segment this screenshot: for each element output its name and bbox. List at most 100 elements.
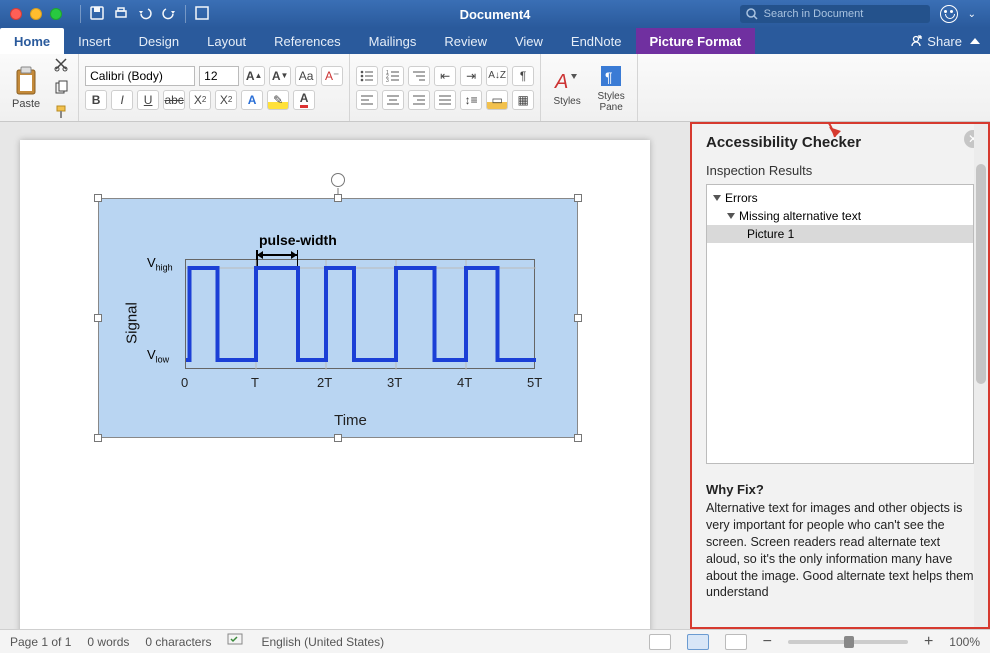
numbering-button[interactable]: 123 bbox=[382, 66, 404, 86]
line-spacing-button[interactable]: ↕≡ bbox=[460, 90, 482, 110]
x-axis-label: Time bbox=[334, 412, 367, 429]
change-case-button[interactable]: Aa bbox=[295, 66, 317, 86]
ribbon: Paste A▲ A▼ Aa A⁻ B I U abc X2 X2 A ✎ A bbox=[0, 54, 990, 122]
align-center-button[interactable] bbox=[382, 90, 404, 110]
clear-formatting-button[interactable]: A⁻ bbox=[321, 66, 343, 86]
page: Signal Vhigh Vlow pulse-width bbox=[20, 140, 650, 629]
font-size-input[interactable] bbox=[199, 66, 239, 86]
shrink-font-button[interactable]: A▼ bbox=[269, 66, 291, 86]
zoom-window-button[interactable] bbox=[50, 8, 62, 20]
subscript-button[interactable]: X2 bbox=[189, 90, 211, 110]
tab-insert[interactable]: Insert bbox=[64, 28, 125, 54]
resize-handle-n[interactable] bbox=[334, 194, 342, 202]
resize-handle-nw[interactable] bbox=[94, 194, 102, 202]
chevron-down-icon bbox=[713, 195, 721, 201]
undo-icon[interactable] bbox=[137, 6, 153, 23]
show-marks-button[interactable]: ¶ bbox=[512, 66, 534, 86]
redo-icon[interactable] bbox=[161, 6, 177, 23]
status-page[interactable]: Page 1 of 1 bbox=[10, 635, 71, 649]
results-list[interactable]: Errors Missing alternative text Picture … bbox=[706, 184, 974, 464]
share-button[interactable]: Share bbox=[909, 34, 962, 49]
zoom-in-button[interactable]: + bbox=[924, 633, 933, 651]
tree-errors[interactable]: Errors bbox=[707, 189, 973, 207]
status-chars[interactable]: 0 characters bbox=[145, 635, 211, 649]
highlight-button[interactable]: ✎ bbox=[267, 90, 289, 110]
feedback-icon[interactable] bbox=[940, 5, 958, 23]
resize-handle-ne[interactable] bbox=[574, 194, 582, 202]
italic-button[interactable]: I bbox=[111, 90, 133, 110]
view-web-button[interactable] bbox=[725, 634, 747, 650]
resize-handle-s[interactable] bbox=[334, 434, 342, 442]
resize-handle-se[interactable] bbox=[574, 434, 582, 442]
borders-button[interactable]: ▦ bbox=[512, 90, 534, 110]
styles-pane-icon: ¶ bbox=[597, 63, 625, 89]
feedback-chevron-icon[interactable]: ⌄ bbox=[968, 9, 976, 20]
y-tick-low: Vlow bbox=[147, 347, 169, 365]
zoom-out-button[interactable]: − bbox=[763, 633, 772, 651]
spellcheck-icon[interactable] bbox=[227, 633, 245, 650]
tab-review[interactable]: Review bbox=[430, 28, 501, 54]
zoom-slider[interactable] bbox=[788, 640, 908, 644]
text-effects-button[interactable]: A bbox=[241, 90, 263, 110]
close-window-button[interactable] bbox=[10, 8, 22, 20]
decrease-indent-button[interactable]: ⇤ bbox=[434, 66, 456, 86]
increase-indent-button[interactable]: ⇥ bbox=[460, 66, 482, 86]
view-print-button[interactable] bbox=[687, 634, 709, 650]
document-area[interactable]: Signal Vhigh Vlow pulse-width bbox=[0, 122, 690, 629]
pulse-width-arrow bbox=[256, 250, 298, 260]
zoom-percent[interactable]: 100% bbox=[949, 635, 980, 649]
pulse-width-label: pulse-width bbox=[259, 232, 337, 248]
resize-handle-sw[interactable] bbox=[94, 434, 102, 442]
bullets-button[interactable] bbox=[356, 66, 378, 86]
copy-icon[interactable] bbox=[50, 78, 72, 98]
resize-handle-w[interactable] bbox=[94, 314, 102, 322]
cut-icon[interactable] bbox=[50, 54, 72, 74]
search-box[interactable]: Search in Document bbox=[740, 5, 930, 23]
multilevel-list-button[interactable] bbox=[408, 66, 430, 86]
tab-design[interactable]: Design bbox=[125, 28, 193, 54]
tab-endnote[interactable]: EndNote bbox=[557, 28, 636, 54]
styles-button[interactable]: A Styles bbox=[547, 68, 587, 107]
ribbon-tabs: Home Insert Design Layout References Mai… bbox=[0, 28, 990, 54]
rotate-handle[interactable] bbox=[331, 173, 345, 187]
tab-layout[interactable]: Layout bbox=[193, 28, 260, 54]
tab-mailings[interactable]: Mailings bbox=[355, 28, 431, 54]
qat-placeholder-icon[interactable] bbox=[194, 5, 210, 24]
align-left-button[interactable] bbox=[356, 90, 378, 110]
print-icon[interactable] bbox=[113, 5, 129, 24]
y-axis-label: Signal bbox=[123, 302, 140, 344]
zoom-slider-knob[interactable] bbox=[844, 636, 854, 648]
font-name-input[interactable] bbox=[85, 66, 195, 86]
bold-button[interactable]: B bbox=[85, 90, 107, 110]
align-right-button[interactable] bbox=[408, 90, 430, 110]
selected-picture[interactable]: Signal Vhigh Vlow pulse-width bbox=[98, 198, 578, 438]
resize-handle-e[interactable] bbox=[574, 314, 582, 322]
underline-button[interactable]: U bbox=[137, 90, 159, 110]
tab-view[interactable]: View bbox=[501, 28, 557, 54]
tab-home[interactable]: Home bbox=[0, 28, 64, 54]
minimize-window-button[interactable] bbox=[30, 8, 42, 20]
styles-pane-button[interactable]: ¶ Styles Pane bbox=[591, 63, 631, 113]
justify-button[interactable] bbox=[434, 90, 456, 110]
tree-missing-alt[interactable]: Missing alternative text bbox=[707, 207, 973, 225]
group-styles: A Styles ¶ Styles Pane bbox=[541, 54, 638, 121]
status-language[interactable]: English (United States) bbox=[261, 635, 384, 649]
paste-button[interactable]: Paste bbox=[6, 64, 46, 112]
tab-references[interactable]: References bbox=[260, 28, 354, 54]
tree-item-picture1[interactable]: Picture 1 bbox=[707, 225, 973, 243]
save-icon[interactable] bbox=[89, 5, 105, 24]
view-focus-button[interactable] bbox=[649, 634, 671, 650]
format-painter-icon[interactable] bbox=[50, 102, 72, 122]
font-color-button[interactable]: A bbox=[293, 90, 315, 110]
sort-button[interactable]: A↓Z bbox=[486, 66, 508, 86]
scrollbar-thumb[interactable] bbox=[976, 164, 986, 384]
collapse-ribbon-icon[interactable] bbox=[970, 38, 980, 44]
x-tick-1: T bbox=[251, 375, 259, 390]
shading-button[interactable]: ▭ bbox=[486, 90, 508, 110]
superscript-button[interactable]: X2 bbox=[215, 90, 237, 110]
grow-font-button[interactable]: A▲ bbox=[243, 66, 265, 86]
tab-picture-format[interactable]: Picture Format bbox=[636, 28, 756, 54]
status-words[interactable]: 0 words bbox=[87, 635, 129, 649]
strikethrough-button[interactable]: abc bbox=[163, 90, 185, 110]
pane-scrollbar[interactable] bbox=[974, 124, 988, 627]
